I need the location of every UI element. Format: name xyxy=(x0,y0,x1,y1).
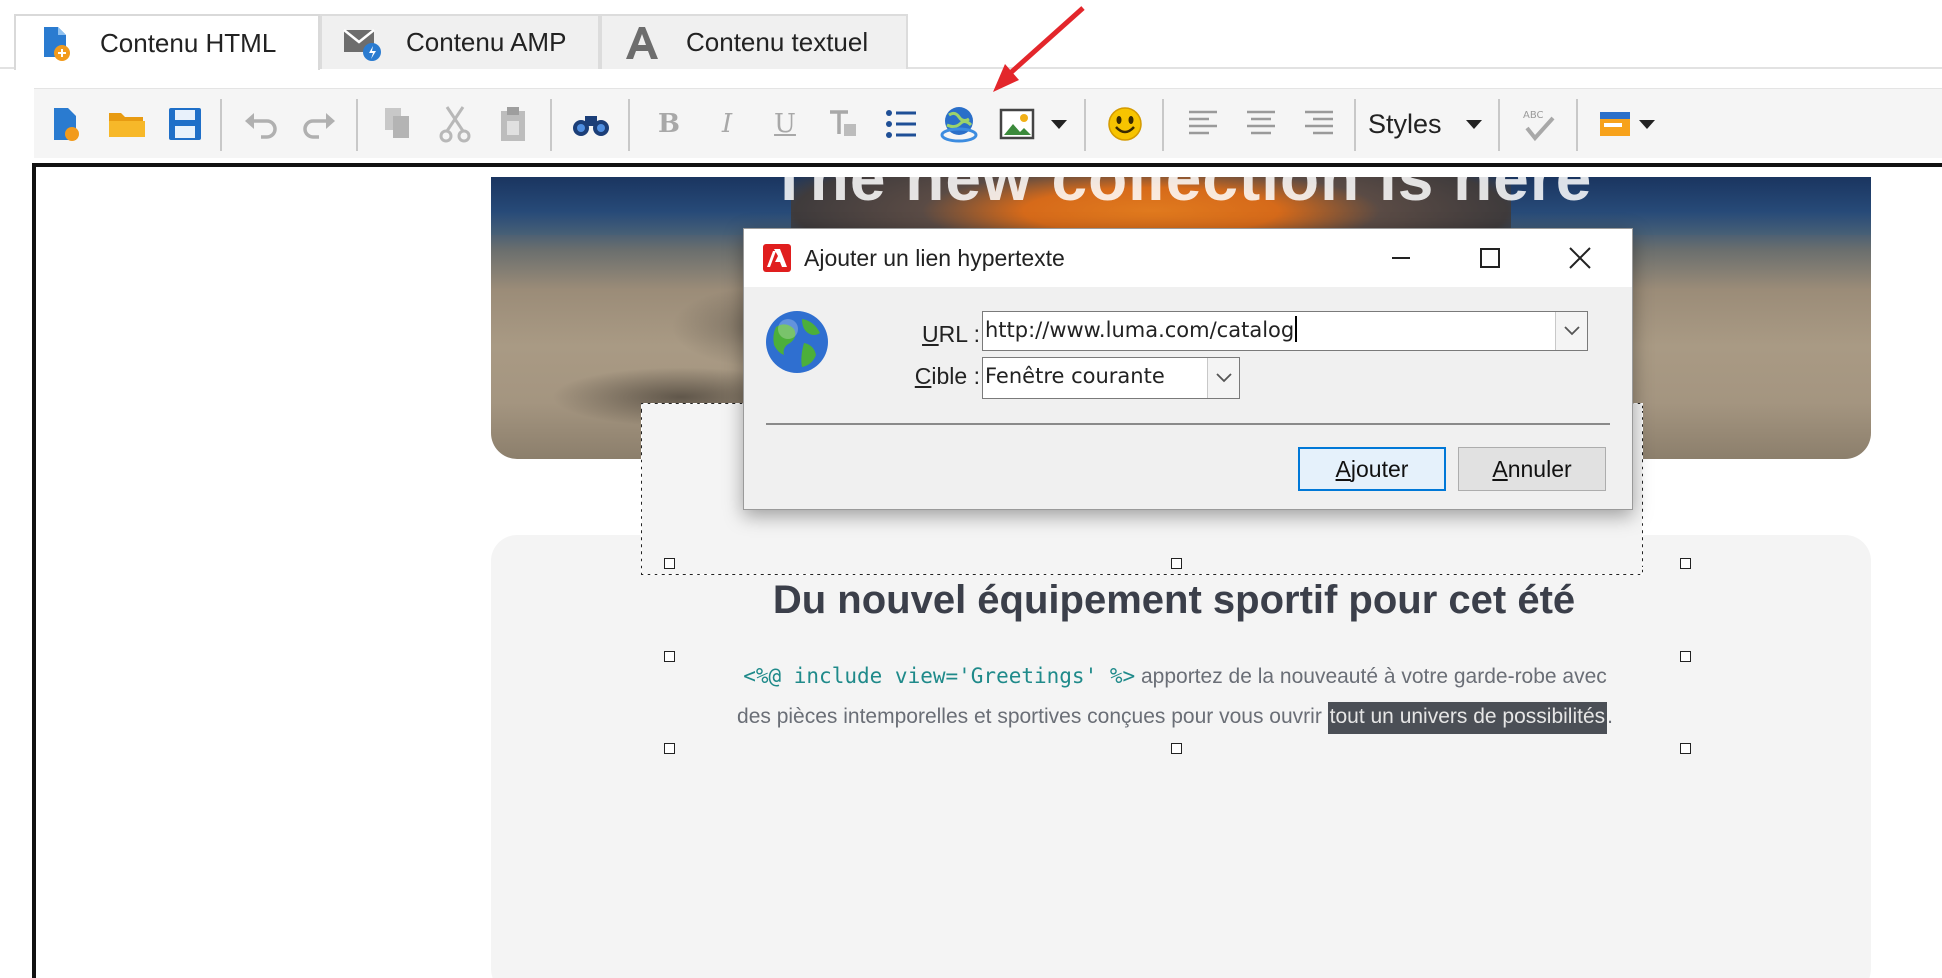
hero-title: The new collection is here xyxy=(769,177,1593,214)
url-dropdown-button[interactable] xyxy=(1555,312,1587,350)
content-paragraph-line[interactable]: des pièces intemporelles et sportives co… xyxy=(680,702,1670,734)
toolbar-separator xyxy=(1162,99,1164,151)
redo-icon[interactable] xyxy=(294,99,344,149)
toolbar-separator xyxy=(550,99,552,151)
tab-label: Contenu HTML xyxy=(100,27,277,58)
resize-handle[interactable] xyxy=(1680,651,1691,662)
copy-icon[interactable] xyxy=(372,99,422,149)
image-dropdown-arrow-icon[interactable] xyxy=(1044,99,1074,149)
toolbar-separator xyxy=(1576,99,1578,151)
red-pointer-arrow-icon xyxy=(993,6,1085,92)
svg-text:ABC: ABC xyxy=(1523,110,1544,121)
dialog-divider xyxy=(766,423,1610,425)
url-value: http://www.luma.com/catalog xyxy=(985,318,1295,342)
toolbar-separator xyxy=(1354,99,1356,151)
close-icon[interactable] xyxy=(1558,237,1602,279)
toolbar-separator xyxy=(628,99,630,151)
find-icon[interactable] xyxy=(566,99,616,149)
chevron-down-icon xyxy=(1466,119,1482,129)
align-left-icon[interactable] xyxy=(1178,99,1228,149)
align-right-icon[interactable] xyxy=(1294,99,1344,149)
bullet-list-icon[interactable] xyxy=(876,99,926,149)
chevron-down-icon xyxy=(1563,326,1580,336)
target-value: Fenêtre courante xyxy=(985,364,1165,388)
html-document-icon xyxy=(34,21,78,65)
clear-format-icon[interactable] xyxy=(818,99,868,149)
toolbar-separator xyxy=(356,99,358,151)
toolbar-separator xyxy=(1084,99,1086,151)
tab-label: Contenu textuel xyxy=(686,27,869,57)
resize-handle[interactable] xyxy=(664,651,675,662)
url-label: URL : xyxy=(922,321,980,347)
tab-bar: Contenu HTML Contenu AMP Contenu textuel xyxy=(0,0,1942,70)
target-select[interactable]: Fenêtre courante xyxy=(982,357,1240,399)
content-paragraph-line[interactable]: <%@ include view='Greetings' %> apportez… xyxy=(680,664,1670,689)
styles-dropdown[interactable]: Styles xyxy=(1362,101,1488,147)
target-dropdown-button[interactable] xyxy=(1207,358,1239,398)
image-icon[interactable] xyxy=(992,99,1042,149)
content-title[interactable]: Du nouvel équipement sportif pour cet ét… xyxy=(674,578,1674,623)
cut-icon[interactable] xyxy=(430,99,480,149)
add-button[interactable]: Ajouter xyxy=(1298,447,1446,491)
save-icon[interactable] xyxy=(160,99,210,149)
maximize-icon[interactable] xyxy=(1468,237,1512,279)
resize-handle[interactable] xyxy=(664,558,675,569)
new-document-icon[interactable] xyxy=(42,99,92,149)
italic-icon[interactable]: I xyxy=(702,99,752,149)
globe-icon xyxy=(764,309,830,375)
toolbar-separator xyxy=(220,99,222,151)
resize-handle[interactable] xyxy=(1680,558,1691,569)
paste-icon[interactable] xyxy=(488,99,538,149)
hyperlink-icon[interactable] xyxy=(934,99,984,149)
spellcheck-icon[interactable]: ABC xyxy=(1514,99,1564,149)
undo-icon[interactable] xyxy=(236,99,286,149)
adobe-logo-icon xyxy=(763,244,791,272)
personalization-code-tag: <%@ include view='Greetings' %> xyxy=(743,664,1136,688)
url-input[interactable]: http://www.luma.com/catalog xyxy=(982,311,1588,351)
tab-text-content[interactable]: Contenu textuel xyxy=(600,14,908,69)
cancel-button[interactable]: Annuler xyxy=(1458,447,1606,491)
paragraph-text: . xyxy=(1607,705,1613,728)
dialog-title: Ajouter un lien hypertexte xyxy=(804,245,1065,271)
open-folder-icon[interactable] xyxy=(102,99,152,149)
bold-icon[interactable]: B xyxy=(644,99,694,149)
resize-handle[interactable] xyxy=(664,743,675,754)
resize-handle[interactable] xyxy=(1680,743,1691,754)
text-caret xyxy=(1295,316,1298,342)
paragraph-text: des pièces intemporelles et sportives co… xyxy=(737,705,1328,728)
minimize-icon[interactable] xyxy=(1379,237,1423,279)
chevron-down-icon xyxy=(1215,373,1232,383)
smiley-icon[interactable] xyxy=(1100,99,1150,149)
resize-handle[interactable] xyxy=(1171,558,1182,569)
target-label: Cible : xyxy=(914,363,980,389)
tab-amp-content[interactable]: Contenu AMP xyxy=(320,14,600,69)
tab-label: Contenu AMP xyxy=(406,27,567,57)
selected-text[interactable]: tout un univers de possibilités xyxy=(1327,702,1608,734)
tab-html-content[interactable]: Contenu HTML xyxy=(14,14,320,70)
toolbar-separator xyxy=(1498,99,1500,151)
text-format-icon xyxy=(620,21,664,65)
styles-label: Styles xyxy=(1368,108,1442,139)
resize-handle[interactable] xyxy=(1171,743,1182,754)
align-center-icon[interactable] xyxy=(1236,99,1286,149)
amp-mail-icon xyxy=(340,21,384,65)
paragraph-text: apportez de la nouveauté à votre garde-r… xyxy=(1135,665,1607,688)
dialog-titlebar: Ajouter un lien hypertexte xyxy=(744,229,1632,287)
add-hyperlink-dialog: Ajouter un lien hypertexte URL : http://… xyxy=(743,228,1633,510)
personalization-dropdown-icon[interactable] xyxy=(1632,99,1662,149)
underline-icon[interactable]: U xyxy=(760,99,810,149)
